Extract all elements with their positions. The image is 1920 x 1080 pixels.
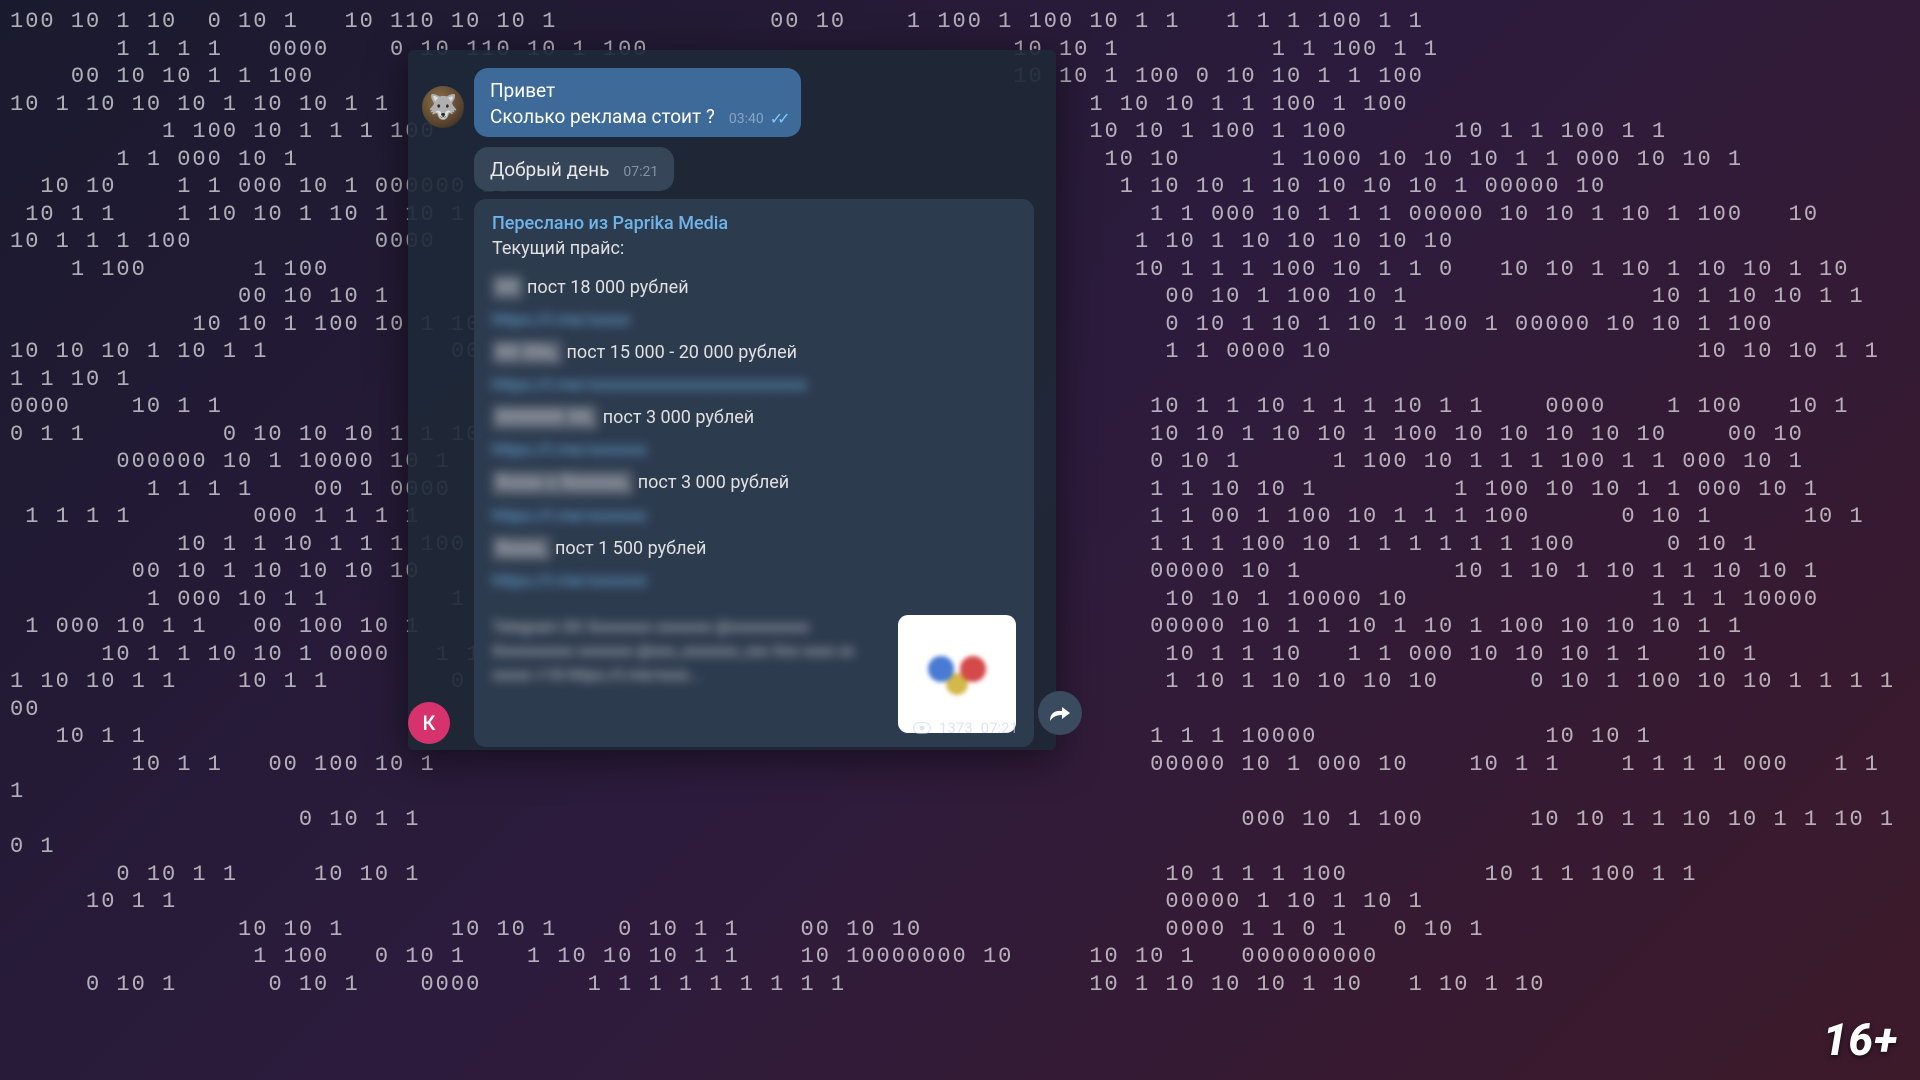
price-item: XX пост 18 000 рублей: [492, 275, 1016, 300]
blurred-channel-name: Xxxxx x Xxxxxxx,: [492, 470, 633, 495]
blurred-link[interactable]: https://t.me/xxxxxxx: [492, 571, 647, 591]
message-bubble-outgoing[interactable]: Привет Сколько реклама стоит ? 03:40 ✓✓: [474, 68, 801, 137]
message-time: 07:21: [623, 164, 658, 180]
price-text: пост 15 000 - 20 000 рублей: [562, 342, 797, 363]
blurred-link[interactable]: https://t.me/xxxxxxx: [492, 506, 647, 526]
link-preview-image: [898, 615, 1016, 733]
message-text-line2: Сколько реклама стоит ?: [490, 105, 715, 128]
price-item: XX XXx, пост 15 000 - 20 000 рублей: [492, 340, 1016, 365]
price-text: пост 3 000 рублей: [633, 472, 789, 493]
blurred-link[interactable]: https://t.me/xxxxx: [492, 310, 630, 330]
forward-time: 07:21: [981, 719, 1018, 737]
avatar-sender[interactable]: К: [408, 702, 450, 744]
chat-window: 🐺 Привет Сколько реклама стоит ? 03:40 ✓…: [408, 50, 1056, 750]
price-text: пост 1 500 рублей: [551, 538, 707, 559]
blurred-channel-name: XX: [492, 275, 523, 300]
read-checks-icon: ✓✓: [770, 109, 785, 128]
views-count: 1373: [939, 719, 973, 737]
message-outgoing: 🐺 Привет Сколько реклама стоит ? 03:40 ✓…: [422, 68, 1042, 137]
message-bubble-incoming[interactable]: Добрый день 07:21: [474, 147, 674, 191]
price-text: пост 18 000 рублей: [523, 277, 689, 298]
views-icon: [913, 722, 931, 734]
avatar-row-bottom: К: [408, 702, 450, 744]
age-rating-badge: 16+: [1823, 1014, 1898, 1066]
blurred-link[interactable]: https://t.me/xxxxxxxxxxxxxxxxxxxxxxxxxx: [492, 375, 807, 395]
message-text: Добрый день: [490, 158, 609, 181]
blurred-link[interactable]: https://t.me/xxxxxxx: [492, 440, 647, 460]
forward-source[interactable]: Переслано из Paprika Media: [492, 213, 1016, 234]
price-item: Xxxxx x Xxxxxxx, пост 3 000 рублей: [492, 470, 1016, 495]
forward-meta: 1373 07:21: [913, 719, 1018, 737]
message-incoming: Добрый день 07:21: [474, 147, 1042, 191]
avatar-wolf[interactable]: 🐺: [422, 86, 464, 128]
share-button[interactable]: [1038, 691, 1082, 735]
message-text-line1: Привет: [490, 78, 785, 104]
price-item: Xxxxx, пост 1 500 рублей: [492, 536, 1016, 561]
link-preview-text: Telegram XX Xxxxxxxx xxxxxxx @xxxxxxxxxx…: [492, 615, 884, 687]
price-text: пост 3 000 рублей: [598, 407, 754, 428]
forwarded-message[interactable]: Переслано из Paprika Media Текущий прайс…: [474, 199, 1034, 747]
blurred-channel-name: XXXXXX XX,: [492, 405, 598, 430]
link-preview[interactable]: Telegram XX Xxxxxxxx xxxxxxx @xxxxxxxxxx…: [492, 615, 1016, 733]
share-arrow-icon: [1049, 703, 1071, 723]
price-item: XXXXXX XX, пост 3 000 рублей: [492, 405, 1016, 430]
forward-subheader: Текущий прайс:: [492, 238, 1016, 259]
blurred-channel-name: Xxxxx,: [492, 536, 551, 561]
message-time: 03:40: [729, 111, 764, 127]
blurred-channel-name: XX XXx,: [492, 340, 562, 365]
price-list: XX пост 18 000 рублей https://t.me/xxxxx X…: [492, 275, 1016, 601]
